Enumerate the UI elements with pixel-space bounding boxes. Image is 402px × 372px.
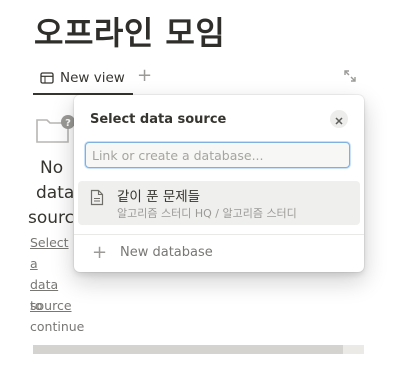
- tab-label: New view: [60, 69, 125, 86]
- tab-new-view[interactable]: New view: [33, 62, 133, 95]
- close-icon: [335, 110, 343, 129]
- select-data-source-popup: Select data source 같이 푼 문제들 알고리즘 스터디 HQ …: [74, 95, 364, 272]
- divider: [74, 234, 364, 235]
- scrollbar-thumb[interactable]: [343, 345, 364, 354]
- new-database-label: New database: [120, 245, 213, 260]
- database-result-item[interactable]: 같이 푼 문제들 알고리즘 스터디 HQ / 알고리즘 스터디: [78, 181, 360, 225]
- popup-title: Select data source: [90, 112, 227, 127]
- plus-icon: +: [92, 242, 108, 263]
- table-icon: [40, 71, 54, 84]
- view-tabs: New view +: [33, 62, 364, 95]
- close-button[interactable]: [330, 110, 348, 128]
- empty-suffix: to continue: [30, 298, 85, 334]
- page-title: 오프라인 모임: [34, 14, 226, 52]
- svg-text:?: ?: [65, 118, 71, 129]
- add-view-icon[interactable]: +: [137, 65, 152, 86]
- document-icon: [90, 189, 104, 210]
- database-name: 같이 푼 문제들: [117, 189, 201, 205]
- horizontal-scrollbar[interactable]: [33, 345, 364, 354]
- new-database-button[interactable]: + New database: [78, 242, 360, 266]
- expand-icon[interactable]: [342, 68, 358, 88]
- database-search-input[interactable]: [85, 142, 350, 168]
- database-path: 알고리즘 스터디 HQ / 알고리즘 스터디: [117, 207, 297, 220]
- folder-question-icon: ?: [34, 114, 75, 150]
